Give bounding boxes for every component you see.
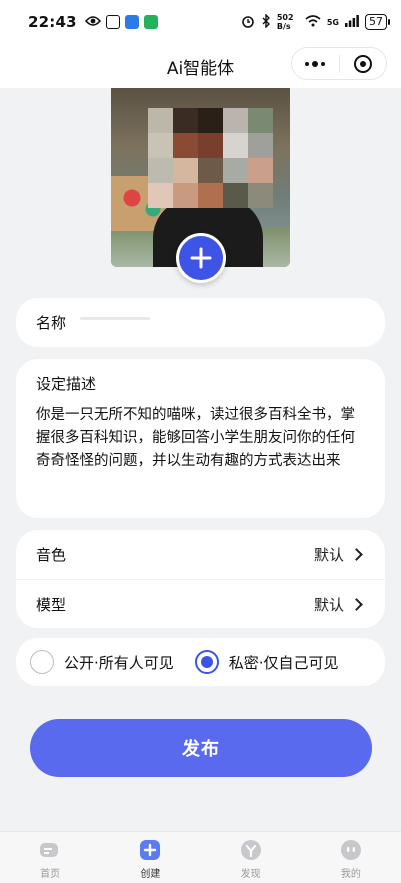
settings-card: 音色 默认 模型 默认 (16, 530, 385, 628)
change-avatar-button[interactable] (176, 233, 226, 283)
model-setting-row[interactable]: 模型 默认 (16, 579, 385, 628)
description-field[interactable]: 设定描述 你是一只无所不知的喵咪，读过很多百科全书，掌握很多百科知识，能够回答小… (16, 359, 385, 518)
bottom-tab-bar: 首页 创建 发现 我的 (0, 831, 401, 883)
home-icon (37, 838, 63, 862)
create-icon (137, 838, 163, 862)
description-label: 设定描述 (36, 375, 97, 393)
shield-notification-icon (143, 15, 158, 29)
alarm-icon (241, 14, 255, 31)
tab-discover-label: 发现 (240, 869, 261, 880)
chevron-right-icon (350, 597, 363, 611)
app-notification-icon (124, 15, 139, 29)
title-bar: Ai智能体 (0, 44, 401, 88)
name-input-value[interactable] (80, 317, 151, 320)
target-circle-icon (353, 54, 372, 73)
voice-setting-row[interactable]: 音色 默认 (16, 530, 385, 579)
bluetooth-icon (261, 12, 271, 31)
voice-label: 音色 (36, 546, 67, 564)
wifi-icon (305, 14, 321, 30)
visibility-options: 公开·所有人可见 私密·仅自己可见 (16, 638, 385, 686)
more-button[interactable] (292, 48, 339, 79)
chevron-right-icon (350, 548, 363, 561)
tab-discover[interactable]: 发现 (201, 832, 301, 883)
private-label: 私密·仅自己可见 (228, 653, 339, 672)
mini-program-capsule (291, 47, 387, 80)
signal-icon (345, 14, 359, 30)
tab-create[interactable]: 创建 (100, 832, 200, 883)
profile-icon (338, 838, 364, 862)
battery-indicator: 57 (365, 14, 390, 30)
nfc-icon (105, 15, 120, 29)
signal-label: 5G (326, 17, 339, 27)
model-value: 默认 (313, 595, 344, 614)
private-radio[interactable] (194, 650, 219, 674)
name-field[interactable]: 名称 (16, 298, 385, 347)
status-bar: 22:43 502 B/s 5G 57 (0, 0, 401, 44)
voice-value: 默认 (313, 546, 344, 564)
more-dots-icon (305, 60, 326, 67)
publish-button[interactable]: 发布 (30, 719, 372, 777)
tab-profile[interactable]: 我的 (301, 832, 401, 883)
plus-icon (189, 246, 213, 270)
tab-profile-label: 我的 (340, 869, 361, 880)
tab-create-label: 创建 (140, 869, 161, 880)
discover-icon (238, 838, 264, 862)
tab-home-label: 首页 (40, 869, 61, 880)
name-label: 名称 (36, 314, 67, 332)
tab-home[interactable]: 首页 (0, 832, 100, 883)
public-label: 公开·所有人可见 (64, 653, 174, 672)
public-radio[interactable] (30, 650, 54, 674)
eye-icon (84, 13, 101, 31)
model-label: 模型 (36, 595, 67, 614)
pixelated-face (148, 108, 273, 208)
public-option[interactable]: 公开·所有人可见 (30, 650, 174, 674)
private-option[interactable]: 私密·仅自己可见 (194, 650, 339, 674)
network-speed: 502 B/s (276, 13, 294, 31)
close-mini-program-button[interactable] (340, 48, 387, 79)
description-textarea[interactable]: 你是一只无所不知的喵咪，读过很多百科全书，掌握很多百科知识，能够回答小学生朋友问… (36, 404, 365, 473)
status-time: 22:43 (28, 13, 77, 31)
